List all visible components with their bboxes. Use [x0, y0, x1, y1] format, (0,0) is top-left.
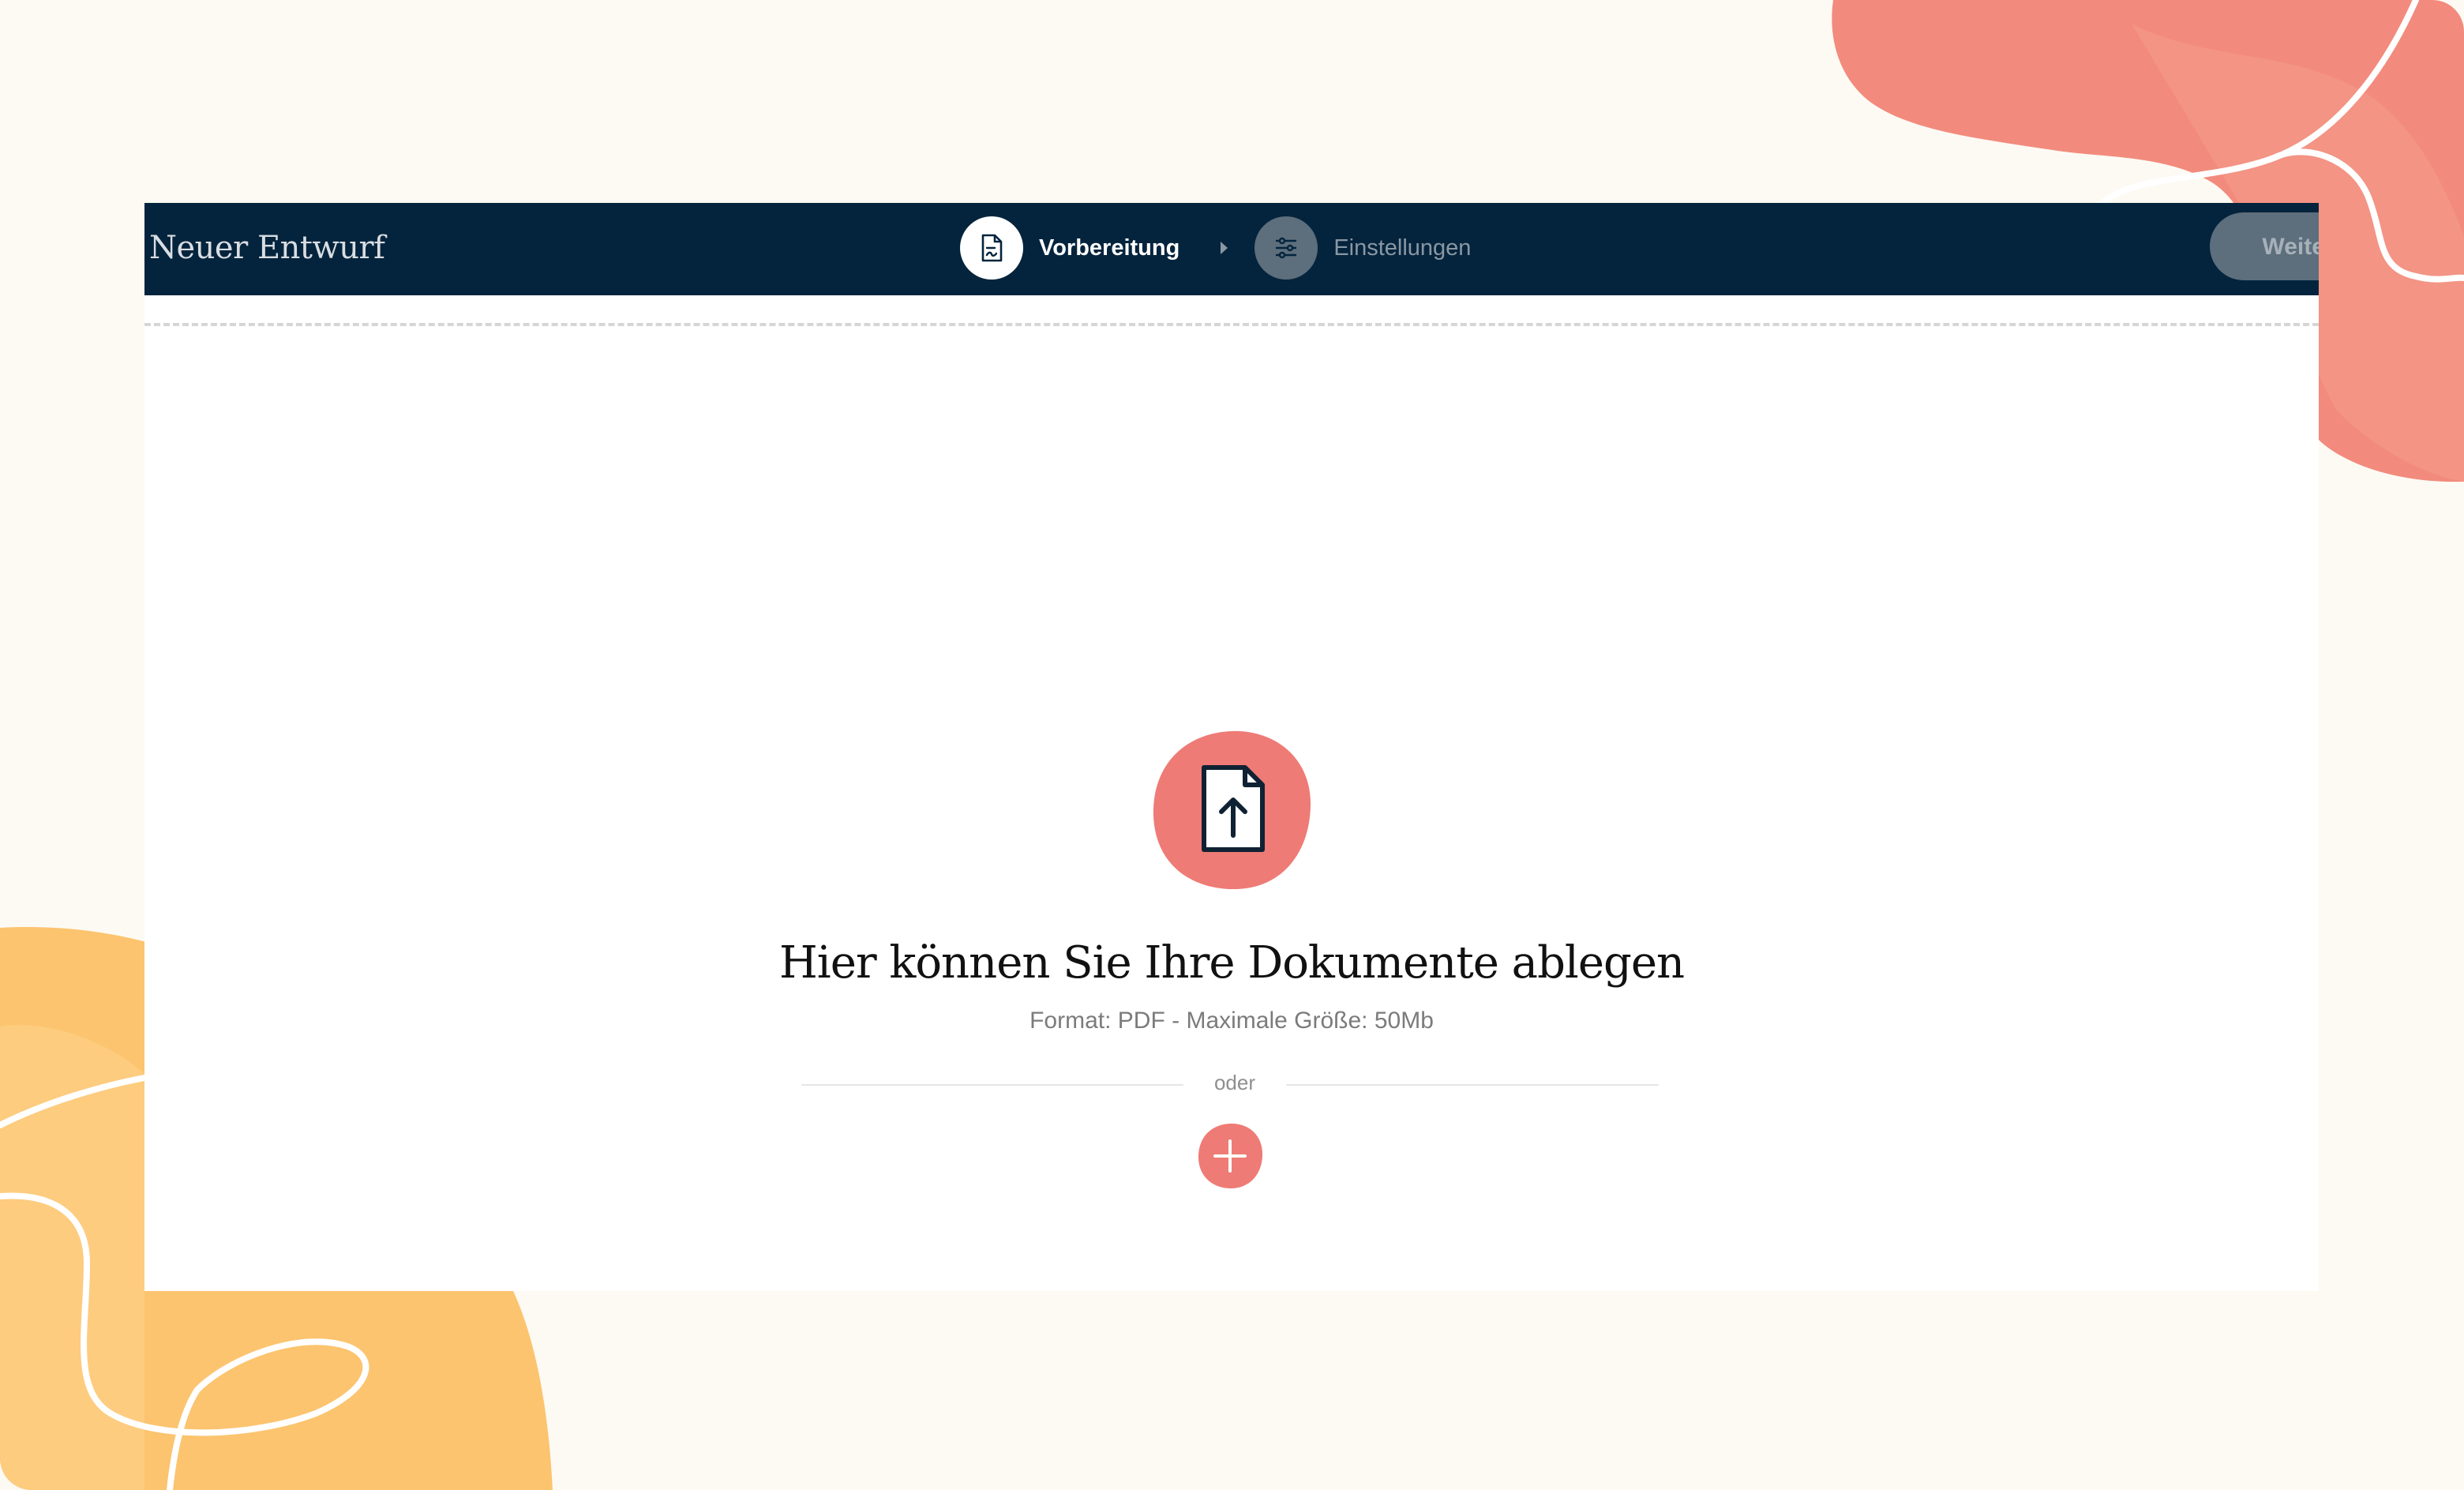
or-divider-right	[1286, 1084, 1659, 1086]
drop-zone-subtitle: Format: PDF - Maximale Größe: 50Mb	[1029, 1008, 1434, 1034]
top-bar: Neuer Entwurf Vorbereitung Einstellungen…	[144, 203, 2319, 295]
file-upload-icon[interactable]	[1149, 726, 1315, 892]
drop-zone-title: Hier können Sie Ihre Dokumente ablegen	[778, 937, 1685, 989]
stepper: Vorbereitung Einstellungen	[960, 212, 1471, 283]
draft-title: Neuer Entwurf	[149, 230, 385, 266]
app-window: Neuer Entwurf Vorbereitung Einstellungen…	[144, 203, 2319, 1291]
sliders-icon	[1255, 216, 1318, 280]
dashed-divider	[144, 323, 2319, 326]
step-preparation[interactable]: Vorbereitung	[960, 216, 1179, 280]
screen: Neuer Entwurf Vorbereitung Einstellungen…	[0, 0, 2464, 1490]
step-settings[interactable]: Einstellungen	[1255, 216, 1471, 280]
document-edit-icon	[960, 216, 1023, 280]
yellow-blob-lower	[118, 1291, 553, 1490]
next-button[interactable]: Weiter	[2210, 212, 2319, 280]
caret-right-icon	[1221, 242, 1228, 254]
step-label-settings: Einstellungen	[1333, 235, 1472, 261]
or-divider-left	[801, 1084, 1183, 1086]
step-label-preparation: Vorbereitung	[1039, 235, 1180, 261]
plus-icon	[1198, 1123, 1263, 1189]
or-label: oder	[1213, 1071, 1256, 1094]
add-document-button[interactable]	[1196, 1122, 1264, 1190]
